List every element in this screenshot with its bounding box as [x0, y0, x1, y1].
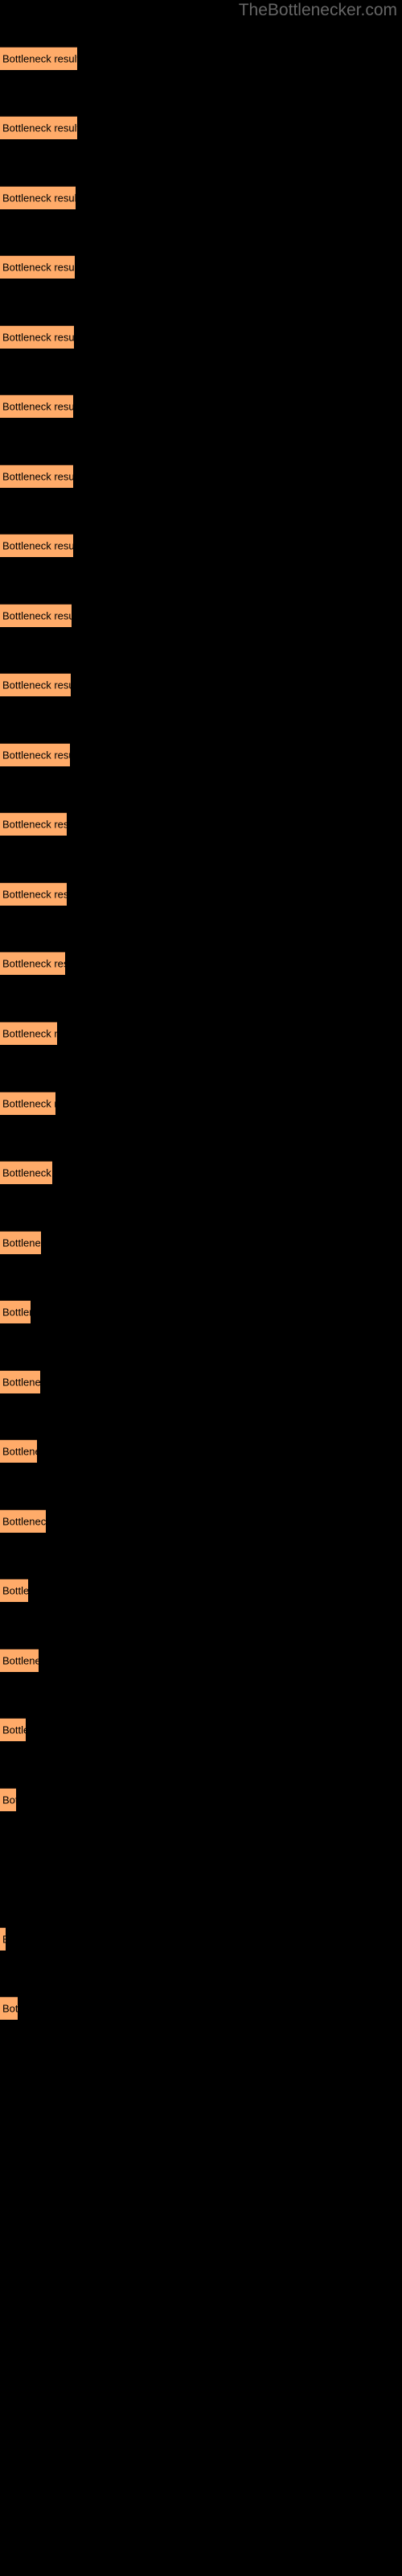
bar-bottleneck-result[interactable]: Bottleneck result	[0, 673, 71, 696]
bar-bottleneck-result[interactable]: Bottleneck result	[0, 604, 72, 627]
bar-bottleneck-result[interactable]: Bottleneck result	[0, 743, 70, 766]
bar-label: Bottleneck result	[2, 261, 75, 274]
bar-label: Bottleneck result	[2, 1934, 6, 1946]
bar-label: Bottleneck result	[2, 818, 67, 831]
bar-bottleneck-result[interactable]: Bottleneck result	[0, 1161, 52, 1184]
bar-label: Bottleneck result	[2, 122, 77, 134]
bar-bottleneck-result[interactable]: Bottleneck result	[0, 1927, 6, 1951]
bar-bottleneck-result[interactable]: Bottleneck result	[0, 1231, 41, 1254]
bar-bottleneck-result[interactable]: Bottleneck result	[0, 394, 73, 418]
bar-label: Bottleneck result	[2, 1027, 57, 1040]
bar-label: Bottleneck result	[2, 192, 76, 204]
bar-label: Bottleneck result	[2, 1097, 55, 1110]
bar-bottleneck-result[interactable]: Bottleneck result	[0, 1370, 40, 1393]
bar-label: Bottleneck result	[2, 1654, 39, 1667]
bar-label: Bottleneck result	[2, 1306, 31, 1319]
bar-label: Bottleneck result	[2, 1445, 37, 1458]
bar-label: Bottleneck result	[2, 888, 67, 901]
bar-bottleneck-result[interactable]: Bottleneck result	[0, 534, 73, 557]
bar-label: Bottleneck result	[2, 1584, 28, 1597]
bar-label: Bottleneck result	[2, 1166, 52, 1179]
bar-bottleneck-result[interactable]: Bottleneck result	[0, 1788, 16, 1811]
bar-label: Bottleneck result	[2, 331, 74, 344]
bar-bottleneck-result[interactable]: Bottleneck result	[0, 1649, 39, 1672]
bar-label: Bottleneck result	[2, 1724, 26, 1736]
bar-bottleneck-result[interactable]: Bottleneck result	[0, 1439, 37, 1463]
bar-bottleneck-result[interactable]: Bottleneck result	[0, 255, 75, 279]
bar-label: Bottleneck result	[2, 400, 73, 413]
bar-label: Bottleneck result	[2, 749, 70, 762]
bar-label: Bottleneck result	[2, 1376, 40, 1389]
bar-bottleneck-result[interactable]: Bottleneck result	[0, 952, 65, 975]
bar-label: Bottleneck result	[2, 52, 77, 65]
bar-label: Bottleneck result	[2, 957, 65, 970]
bars-layer: Bottleneck result Bottleneck result Bottle…	[0, 0, 402, 2576]
bar-bottleneck-result[interactable]: Bottleneck result	[0, 1996, 18, 2020]
bar-bottleneck-result[interactable]: Bottleneck result	[0, 812, 67, 836]
bar-label: Bottleneck result	[2, 609, 72, 622]
bar-bottleneck-result[interactable]: Bottleneck result	[0, 47, 77, 70]
bottleneck-bar-chart: TheBottlenecker.com Bottleneck result Bot…	[0, 0, 402, 2576]
bar-label: Bottleneck result	[2, 1515, 46, 1528]
bar-bottleneck-result[interactable]: Bottleneck result	[0, 1718, 26, 1741]
bar-label: Bottleneck result	[2, 2002, 18, 2015]
bar-bottleneck-result[interactable]: Bottleneck result	[0, 325, 74, 349]
bar-bottleneck-result[interactable]: Bottleneck result	[0, 1092, 55, 1115]
bar-label: Bottleneck result	[2, 1794, 16, 1806]
bar-bottleneck-result[interactable]: Bottleneck result	[0, 1022, 57, 1045]
bar-bottleneck-result[interactable]: Bottleneck result	[0, 464, 73, 488]
bar-bottleneck-result[interactable]: Bottleneck result	[0, 882, 67, 906]
bar-label: Bottleneck result	[2, 539, 73, 552]
bar-bottleneck-result[interactable]: Bottleneck result	[0, 116, 77, 139]
bar-bottleneck-result[interactable]: Bottleneck result	[0, 1509, 46, 1533]
bar-bottleneck-result[interactable]: Bottleneck result	[0, 186, 76, 209]
bar-bottleneck-result[interactable]: Bottleneck result	[0, 1579, 28, 1602]
bar-label: Bottleneck result	[2, 470, 73, 483]
bar-label: Bottleneck result	[2, 679, 71, 691]
bar-label: Bottleneck result	[2, 1236, 41, 1249]
bar-bottleneck-result[interactable]: Bottleneck result	[0, 1300, 31, 1323]
